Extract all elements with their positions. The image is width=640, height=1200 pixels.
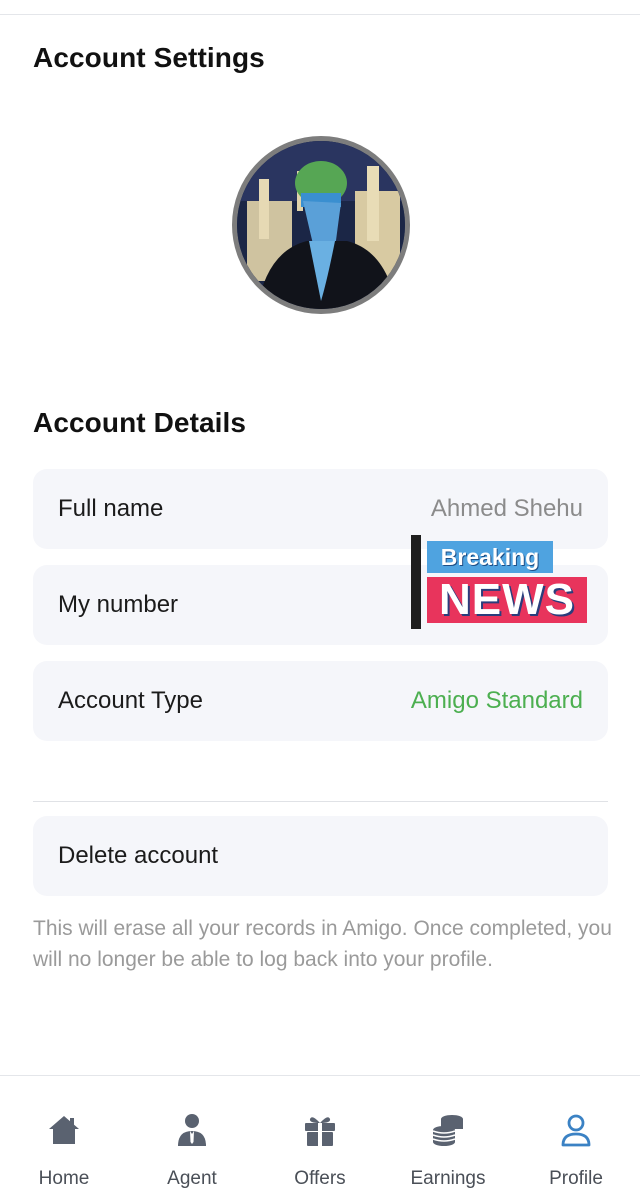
account-type-label: Account Type — [58, 687, 203, 714]
nav-label-offers: Offers — [294, 1168, 346, 1189]
sticker-bar — [411, 535, 421, 629]
breaking-news-sticker: Breaking NEWS — [411, 535, 589, 629]
nav-agent[interactable]: Agent — [128, 1076, 256, 1200]
home-icon — [49, 1116, 79, 1144]
coins-icon — [432, 1115, 463, 1146]
nav-earnings[interactable]: Earnings — [384, 1076, 512, 1200]
nav-label-earnings: Earnings — [410, 1168, 486, 1189]
bottom-navigation: Home Agent Offers Earnings Profile — [0, 1075, 640, 1200]
sticker-breaking-text: Breaking — [427, 541, 553, 573]
account-type-value: Amigo Standard — [410, 687, 583, 714]
nav-profile[interactable]: Profile — [512, 1076, 640, 1200]
full-name-label: Full name — [58, 495, 164, 522]
section-title-account-details: Account Details — [33, 407, 247, 438]
nav-label-agent: Agent — [167, 1168, 217, 1189]
delete-account-button[interactable]: Delete account — [33, 816, 608, 896]
user-icon — [561, 1114, 591, 1147]
section-divider — [33, 801, 608, 802]
gift-icon — [305, 1117, 335, 1146]
delete-account-note: This will erase all your records in Amig… — [33, 917, 612, 971]
nav-label-profile: Profile — [549, 1168, 603, 1189]
my-number-label: My number — [58, 591, 179, 618]
nav-label-home: Home — [38, 1168, 90, 1189]
delete-account-label: Delete account — [58, 842, 219, 869]
top-divider — [0, 14, 640, 15]
agent-icon — [178, 1114, 206, 1146]
full-name-value: Ahmed Shehu — [430, 495, 583, 522]
avatar[interactable] — [232, 136, 410, 314]
nav-home[interactable]: Home — [0, 1076, 128, 1200]
account-type-row[interactable]: Account Type Amigo Standard — [33, 661, 608, 741]
nav-offers[interactable]: Offers — [256, 1076, 384, 1200]
profile-photo — [237, 141, 405, 309]
sticker-news-text: NEWS — [427, 577, 587, 623]
page-title: Account Settings — [33, 42, 265, 73]
